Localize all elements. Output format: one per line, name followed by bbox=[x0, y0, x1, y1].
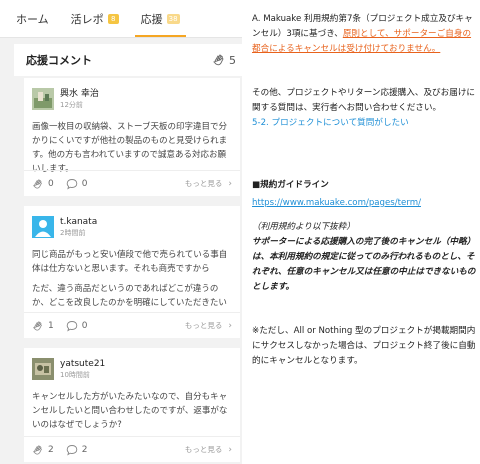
faq-answer: A. Makuake 利用規約第7条（プロジェクト成立及びキャンセル）3項に基づ… bbox=[252, 12, 478, 57]
avatar[interactable] bbox=[32, 216, 54, 238]
chevron-right-icon: › bbox=[228, 320, 232, 331]
like-count: 1 bbox=[48, 320, 54, 331]
comment-username[interactable]: 興水 幸治 bbox=[60, 88, 99, 100]
see-more-label: もっと見る bbox=[184, 321, 223, 330]
see-more-label: もっと見る bbox=[184, 179, 223, 188]
reply-count: 0 bbox=[81, 320, 88, 331]
faq-panel: A. Makuake 利用規約第7条（プロジェクト成立及びキャンセル）3項に基づ… bbox=[252, 0, 480, 464]
tab-home[interactable]: ホーム bbox=[10, 11, 55, 37]
comment-footer: 0 0 もっと見る › bbox=[24, 170, 240, 196]
avatar[interactable] bbox=[32, 358, 54, 380]
comment-body: 画像一枚目の収納袋、ストーブ天板の印字違目で分かりにくいですが他社の製品のものと… bbox=[24, 110, 240, 176]
section-count-value: 5 bbox=[229, 53, 236, 67]
comment-card: 興水 幸治 12分前 画像一枚目の収納袋、ストーブ天板の印字違目で分かりにくいで… bbox=[24, 78, 240, 196]
reply-count: 2 bbox=[81, 444, 88, 455]
like-button[interactable]: 2 bbox=[32, 444, 54, 456]
tab-reports-label: 活レポ bbox=[70, 13, 104, 26]
clap-icon bbox=[213, 54, 224, 66]
comment-username[interactable]: yatsute21 bbox=[60, 358, 105, 370]
clap-icon bbox=[33, 178, 42, 188]
section-count[interactable]: 5 bbox=[212, 53, 236, 67]
tab-home-label: ホーム bbox=[16, 13, 49, 26]
comment-footer: 1 0 もっと見る › bbox=[24, 312, 240, 338]
comment-card: t.kanata 2時間前 同じ商品がもっと安い値段で他で売られている事自体は仕… bbox=[24, 206, 240, 338]
section-title: 応援コメント bbox=[26, 54, 92, 67]
reply-count: 0 bbox=[81, 178, 88, 189]
terms-excerpt: （利用規約より以下抜粋） サポーターによる応援購入の完了後のキャンセル（中略）は… bbox=[252, 220, 478, 295]
tab-reports[interactable]: 活レポ 8 bbox=[65, 11, 125, 37]
speech-bubble-icon bbox=[66, 444, 77, 455]
clap-icon bbox=[33, 444, 42, 454]
terms-guideline: ■規約ガイドライン https://www.makuake.com/pages/… bbox=[252, 178, 478, 211]
chevron-right-icon: › bbox=[228, 178, 232, 189]
tab-support[interactable]: 応援 38 bbox=[134, 11, 186, 37]
avatar[interactable] bbox=[32, 88, 54, 110]
like-button[interactable]: 1 bbox=[32, 320, 54, 332]
faq-contact: その他、プロジェクトやリターン応援購入、及びお届けに関する質問は、実行者へお問い… bbox=[252, 86, 478, 131]
comment-username[interactable]: t.kanata bbox=[60, 216, 97, 228]
excerpt-heading: （利用規約より以下抜粋） bbox=[252, 222, 355, 232]
see-more-link[interactable]: もっと見る › bbox=[185, 178, 232, 189]
note-text: ※ただし、All or Nothing 型のプロジェクトが掲載期間内にサクセスし… bbox=[252, 326, 476, 366]
see-more-link[interactable]: もっと見る › bbox=[185, 320, 232, 331]
section-header: 応援コメント 5 bbox=[14, 44, 242, 76]
clap-icon bbox=[33, 320, 42, 330]
speech-bubble-icon bbox=[66, 178, 77, 189]
reply-button[interactable]: 0 bbox=[66, 178, 88, 190]
comment-paragraph: ただ、違う商品だというのであればどこが違うのか、どこを改良したのかを明確にしてい… bbox=[32, 284, 227, 308]
comment-body: 同じ商品がもっと安い値段で他で売られている事自体は仕方ないと思います。それも商売… bbox=[24, 238, 240, 310]
tab-bar: ホーム 活レポ 8 応援 38 bbox=[0, 0, 242, 38]
faq-question-link[interactable]: 5-2. プロジェクトについて質問がしたい bbox=[252, 116, 478, 131]
comment-time: 12分前 bbox=[60, 101, 83, 109]
tab-support-badge: 38 bbox=[166, 14, 180, 24]
comment-footer: 2 2 もっと見る › bbox=[24, 436, 240, 462]
comment-time: 2時間前 bbox=[60, 229, 86, 237]
guideline-title: ■規約ガイドライン bbox=[252, 180, 329, 190]
cancellation-note: ※ただし、All or Nothing 型のプロジェクトが掲載期間内にサクセスし… bbox=[252, 324, 478, 369]
speech-bubble-icon bbox=[66, 320, 77, 331]
like-count: 2 bbox=[48, 444, 54, 455]
comment-paragraph: 画像一枚目の収納袋、ストーブ天板の印字違目で分かりにくいですが他社の製品のものと… bbox=[32, 122, 228, 174]
tab-reports-badge: 8 bbox=[107, 14, 119, 24]
comment-card: yatsute21 10時間前 キャンセルした方がいたみたいなので、自分もキャン… bbox=[24, 348, 240, 462]
faq-contact-text: その他、プロジェクトやリターン応援購入、及びお届けに関する質問は、実行者へお問い… bbox=[252, 88, 476, 113]
like-count: 0 bbox=[48, 178, 54, 189]
excerpt-body: サポーターによる応援購入の完了後のキャンセル（中略）は、本利用規約の規定に従って… bbox=[252, 237, 476, 292]
reply-button[interactable]: 2 bbox=[66, 444, 88, 456]
chevron-right-icon: › bbox=[228, 444, 232, 455]
see-more-link[interactable]: もっと見る › bbox=[185, 444, 232, 455]
tab-support-label: 応援 bbox=[140, 13, 163, 26]
comment-paragraph: キャンセルした方がいたみたいなので、自分もキャンセルしたいと問い合わせしたのです… bbox=[32, 392, 228, 430]
comment-paragraph: 同じ商品がもっと安い値段で他で売られている事自体は仕方ないと思います。それも商売… bbox=[32, 250, 228, 274]
comment-body: キャンセルした方がいたみたいなので、自分もキャンセルしたいと問い合わせしたのです… bbox=[24, 380, 240, 432]
comments-panel: ホーム 活レポ 8 応援 38 応援コメント 5 興水 幸治 12分前 画像一枚… bbox=[0, 0, 242, 464]
reply-button[interactable]: 0 bbox=[66, 320, 88, 332]
terms-url-link[interactable]: https://www.makuake.com/pages/term/ bbox=[252, 196, 478, 211]
comment-time: 10時間前 bbox=[60, 371, 90, 379]
see-more-label: もっと見る bbox=[184, 445, 223, 454]
like-button[interactable]: 0 bbox=[32, 178, 54, 190]
